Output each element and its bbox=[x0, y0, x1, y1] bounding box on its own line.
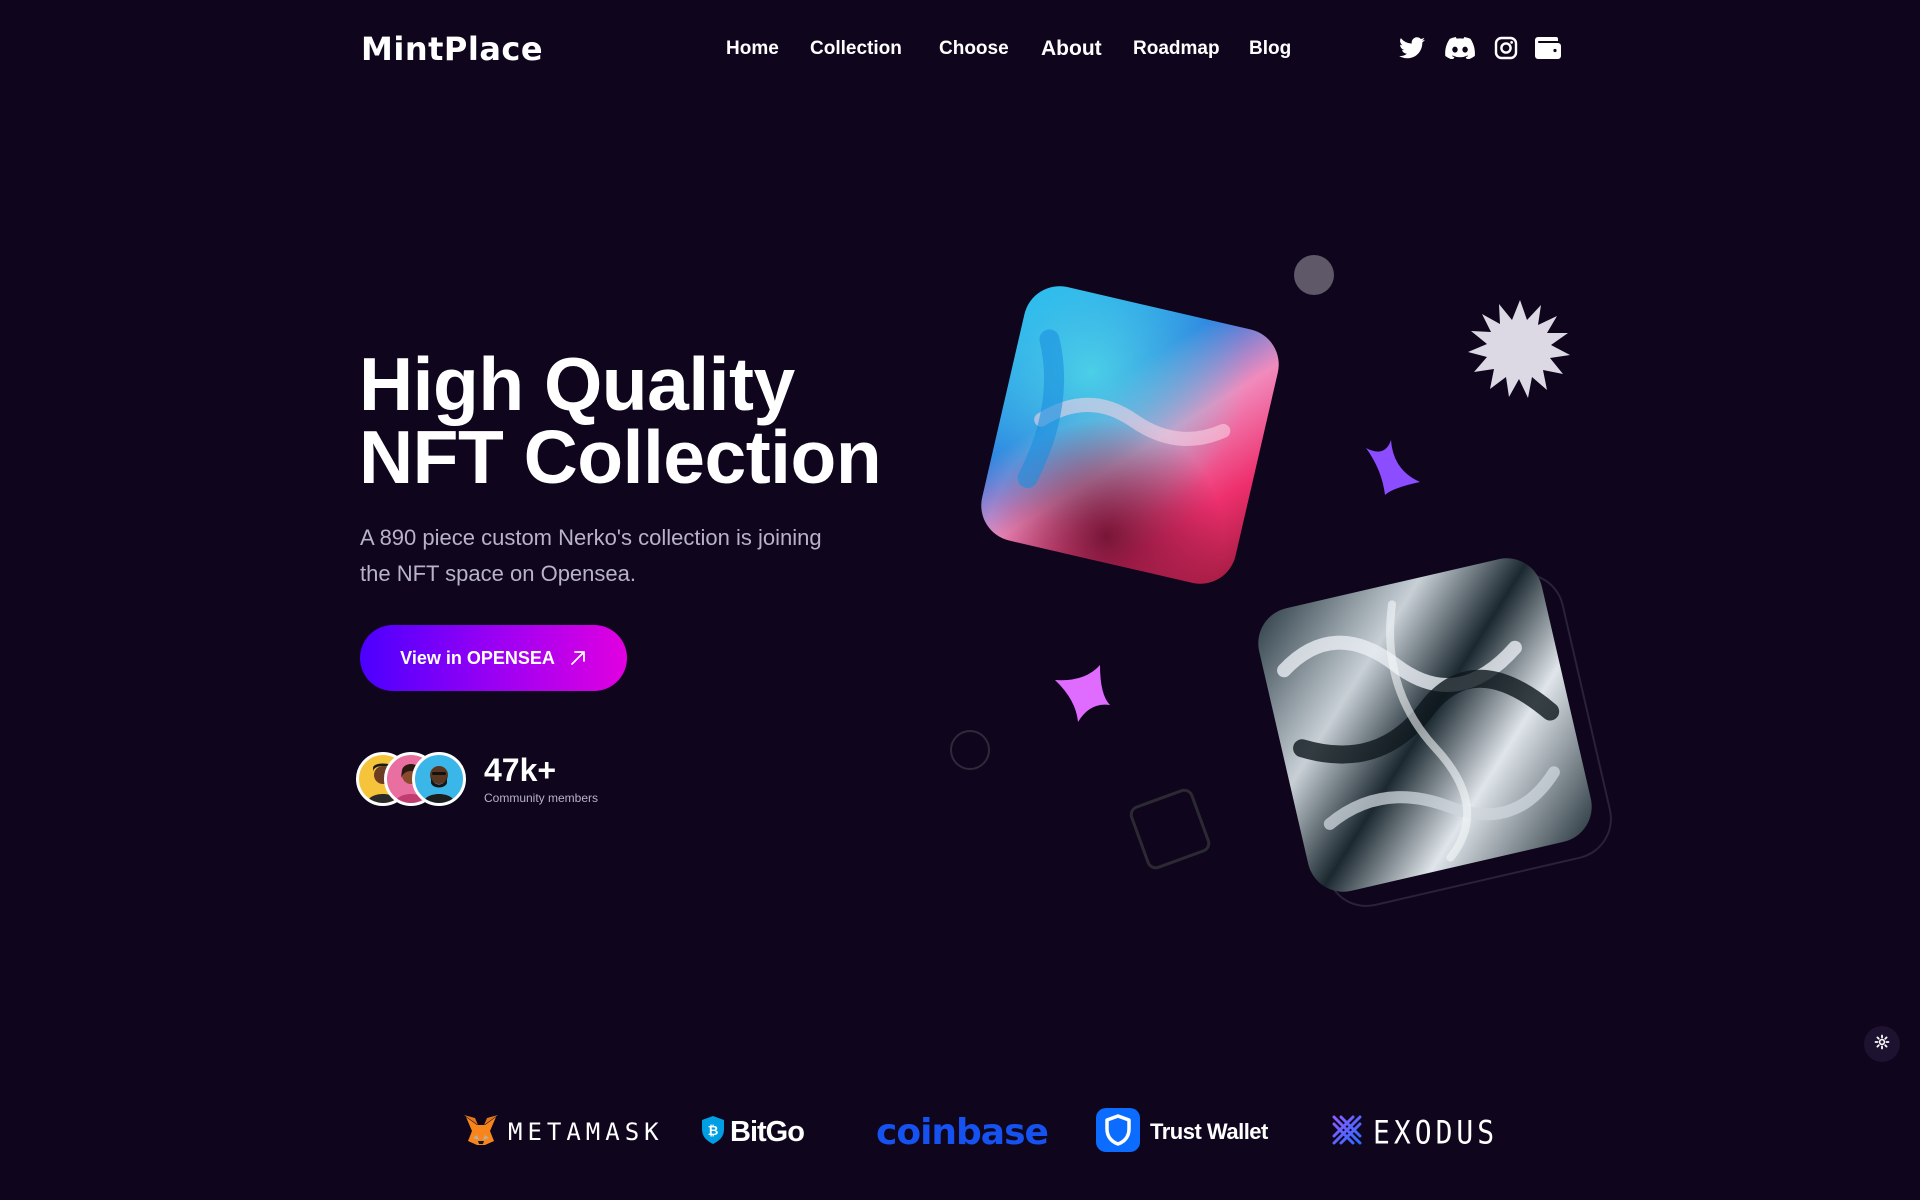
outline-square-shape bbox=[1129, 788, 1211, 870]
trust-wallet-shield-icon bbox=[1096, 1107, 1140, 1157]
coinbase-label: coinbase bbox=[876, 1111, 1049, 1153]
partner-coinbase[interactable]: coinbase bbox=[876, 1110, 1049, 1154]
metamask-label: METAMASK bbox=[508, 1118, 664, 1146]
nav-about[interactable]: About bbox=[1041, 37, 1102, 61]
partner-trust-wallet[interactable]: Trust Wallet bbox=[1096, 1107, 1268, 1157]
trust-wallet-label: Trust Wallet bbox=[1150, 1119, 1268, 1144]
avatar bbox=[412, 752, 466, 806]
nft-card-colorful bbox=[981, 286, 1279, 584]
hero-subtitle: A 890 piece custom Nerko's collection is… bbox=[360, 525, 822, 586]
nav-roadmap[interactable]: Roadmap bbox=[1133, 38, 1220, 60]
starburst-shape bbox=[1468, 300, 1570, 398]
purple-sparkle-shape bbox=[1366, 440, 1420, 495]
bitgo-shield-icon: ₿ bbox=[700, 1115, 726, 1150]
hero-title-line1: High Quality bbox=[359, 342, 795, 426]
hero-title: High Quality NFT Collection bbox=[359, 342, 882, 499]
gear-icon bbox=[1874, 1034, 1890, 1055]
nav-choose[interactable]: Choose bbox=[939, 38, 1009, 60]
exodus-x-icon bbox=[1331, 1114, 1363, 1151]
hero-title-line2: NFT Collection bbox=[359, 415, 882, 499]
nft-card-metallic bbox=[1258, 558, 1592, 892]
hero-artwork bbox=[950, 255, 1612, 907]
settings-button[interactable] bbox=[1864, 1026, 1900, 1062]
instagram-icon[interactable] bbox=[1492, 34, 1520, 62]
partner-metamask[interactable]: METAMASK bbox=[462, 1110, 664, 1154]
pink-sparkle-shape bbox=[1055, 665, 1110, 722]
arrow-up-right-icon bbox=[569, 649, 587, 667]
twitter-icon[interactable] bbox=[1398, 34, 1426, 62]
outline-circle-shape bbox=[950, 730, 990, 770]
members-label: Community members bbox=[484, 791, 599, 805]
nav-home[interactable]: Home bbox=[726, 38, 779, 60]
nav-collection[interactable]: Collection bbox=[810, 38, 902, 60]
site-logo[interactable]: MintPlace bbox=[361, 30, 543, 68]
svg-text:₿: ₿ bbox=[708, 1124, 719, 1139]
wallet-icon[interactable] bbox=[1534, 34, 1562, 62]
nav-blog[interactable]: Blog bbox=[1249, 38, 1291, 60]
discord-icon[interactable] bbox=[1444, 34, 1476, 62]
partner-exodus[interactable]: EXODUS bbox=[1331, 1110, 1498, 1154]
view-opensea-button[interactable]: View in OPENSEA bbox=[360, 625, 627, 691]
exodus-label: EXODUS bbox=[1373, 1113, 1499, 1151]
partner-bitgo[interactable]: ₿ BitGo bbox=[700, 1110, 805, 1154]
grey-dot-shape bbox=[1294, 255, 1334, 295]
view-opensea-label: View in OPENSEA bbox=[400, 647, 555, 668]
bitgo-label: BitGo bbox=[730, 1115, 805, 1148]
members-count: 47k+ bbox=[484, 752, 557, 788]
card-outline-shape bbox=[1278, 573, 1612, 907]
community-avatars bbox=[356, 752, 468, 808]
metamask-fox-icon bbox=[462, 1113, 500, 1152]
